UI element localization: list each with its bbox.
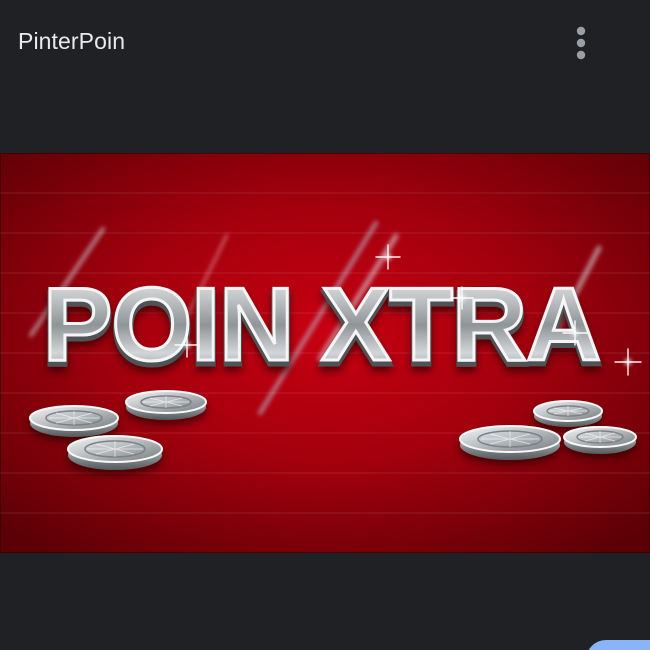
more-vert-icon xyxy=(576,26,586,60)
app-screen: PinterPoin POIN XTRA POIN XTRA xyxy=(0,0,650,650)
more-options-button[interactable] xyxy=(560,22,602,64)
floating-action-button[interactable] xyxy=(586,640,650,650)
top-app-bar: PinterPoin xyxy=(0,0,650,86)
banner-title-metal: POIN XTRA xyxy=(43,267,600,383)
poin-xtra-banner: POIN XTRA POIN XTRA xyxy=(0,153,650,553)
image-viewer: POIN XTRA POIN XTRA xyxy=(0,153,650,553)
app-title: PinterPoin xyxy=(18,28,126,54)
